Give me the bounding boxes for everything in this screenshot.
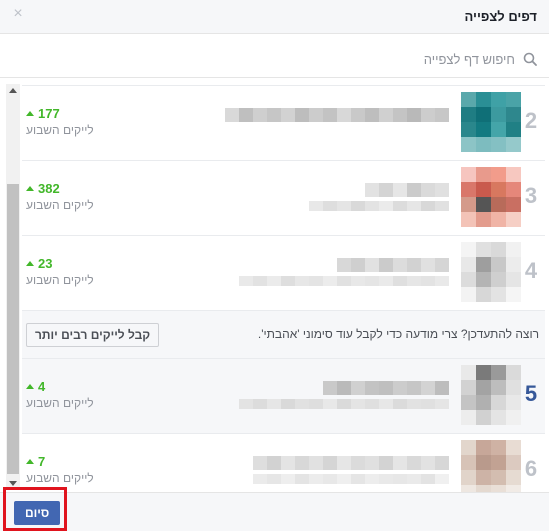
page-name-redacted[interactable] bbox=[337, 258, 449, 272]
likes-count: 4 bbox=[26, 379, 94, 394]
page-row[interactable]: 4 23 לייקים השבוע bbox=[22, 236, 545, 311]
likes-count: 7 bbox=[26, 454, 94, 469]
get-more-likes-button[interactable]: קבל לייקים רבים יותר bbox=[26, 323, 160, 347]
dialog-footer: סיום bbox=[0, 487, 549, 531]
promo-banner: רוצה להתעדכן? צרי מודעה כדי לקבל עוד סימ… bbox=[22, 311, 545, 359]
likes-label: לייקים השבוע bbox=[26, 471, 94, 485]
page-thumbnail[interactable] bbox=[461, 242, 521, 302]
likes-count: 382 bbox=[26, 181, 94, 196]
likes-count-value: 23 bbox=[38, 256, 53, 271]
page-category-redacted bbox=[239, 276, 449, 286]
likes-count: 23 bbox=[26, 256, 94, 271]
page-row[interactable]: 6 7 לייקים השבוע bbox=[22, 434, 545, 492]
likes-count-value: 7 bbox=[38, 454, 46, 469]
page-thumbnail[interactable] bbox=[461, 365, 521, 425]
previous-row-edge bbox=[22, 78, 545, 86]
weekly-likes-stat: 177 לייקים השבוע bbox=[26, 106, 94, 137]
page-row[interactable]: 2 177 לייקים השבוע bbox=[22, 86, 545, 161]
page-thumbnail[interactable] bbox=[461, 440, 521, 492]
likes-label: לייקים השבוע bbox=[26, 273, 94, 287]
page-thumbnail[interactable] bbox=[461, 167, 521, 227]
page-row[interactable]: 3 382 לייקים השבוע bbox=[22, 161, 545, 236]
trend-up-icon bbox=[26, 186, 34, 191]
weekly-likes-stat: 7 לייקים השבוע bbox=[26, 454, 94, 485]
page-rank: 5 bbox=[524, 381, 538, 406]
trend-up-icon bbox=[26, 111, 34, 116]
search-input[interactable] bbox=[35, 49, 515, 69]
page-row[interactable]: 5 4 לייקים השבוע bbox=[22, 359, 545, 434]
likes-count-value: 4 bbox=[38, 379, 46, 394]
dialog-title: דפים לצפייה bbox=[464, 9, 537, 24]
weekly-likes-stat: 23 לייקים השבוע bbox=[26, 256, 94, 287]
likes-count-value: 177 bbox=[38, 106, 60, 121]
weekly-likes-stat: 382 לייקים השבוע bbox=[26, 181, 94, 212]
likes-count: 177 bbox=[26, 106, 94, 121]
done-button[interactable]: סיום bbox=[14, 501, 61, 525]
pages-list-content: 2 177 לייקים השבוע 3 382 לייקים השבוע 4 23 לייקי… bbox=[22, 78, 545, 492]
trend-up-icon bbox=[26, 384, 34, 389]
page-rank: 6 bbox=[524, 456, 538, 481]
weekly-likes-stat: 4 לייקים השבוע bbox=[26, 379, 94, 410]
trend-up-icon bbox=[26, 459, 34, 464]
page-category-redacted bbox=[253, 474, 449, 484]
promo-text: רוצה להתעדכן? צרי מודעה כדי לקבל עוד סימ… bbox=[257, 327, 539, 341]
page-thumbnail[interactable] bbox=[461, 92, 521, 152]
likes-label: לייקים השבוע bbox=[26, 198, 94, 212]
likes-label: לייקים השבוע bbox=[26, 123, 94, 137]
dialog-header: דפים לצפייה × bbox=[0, 0, 549, 34]
page-rank: 3 bbox=[524, 183, 538, 208]
search-icon bbox=[523, 52, 537, 66]
page-rank: 2 bbox=[524, 108, 538, 133]
close-icon[interactable]: × bbox=[10, 6, 26, 22]
page-rank: 4 bbox=[524, 258, 538, 283]
likes-label: לייקים השבוע bbox=[26, 396, 94, 410]
search-bar bbox=[0, 40, 549, 78]
page-category-redacted bbox=[309, 201, 449, 211]
likes-count-value: 382 bbox=[38, 181, 60, 196]
page-name-redacted[interactable] bbox=[225, 108, 449, 122]
page-name-redacted[interactable] bbox=[323, 381, 449, 395]
pages-list: 2 177 לייקים השבוע 3 382 לייקים השבוע 4 23 לייקי… bbox=[4, 78, 545, 492]
page-name-redacted[interactable] bbox=[253, 456, 449, 470]
page-category-redacted bbox=[239, 399, 449, 409]
page-name-redacted[interactable] bbox=[365, 183, 449, 197]
trend-up-icon bbox=[26, 261, 34, 266]
